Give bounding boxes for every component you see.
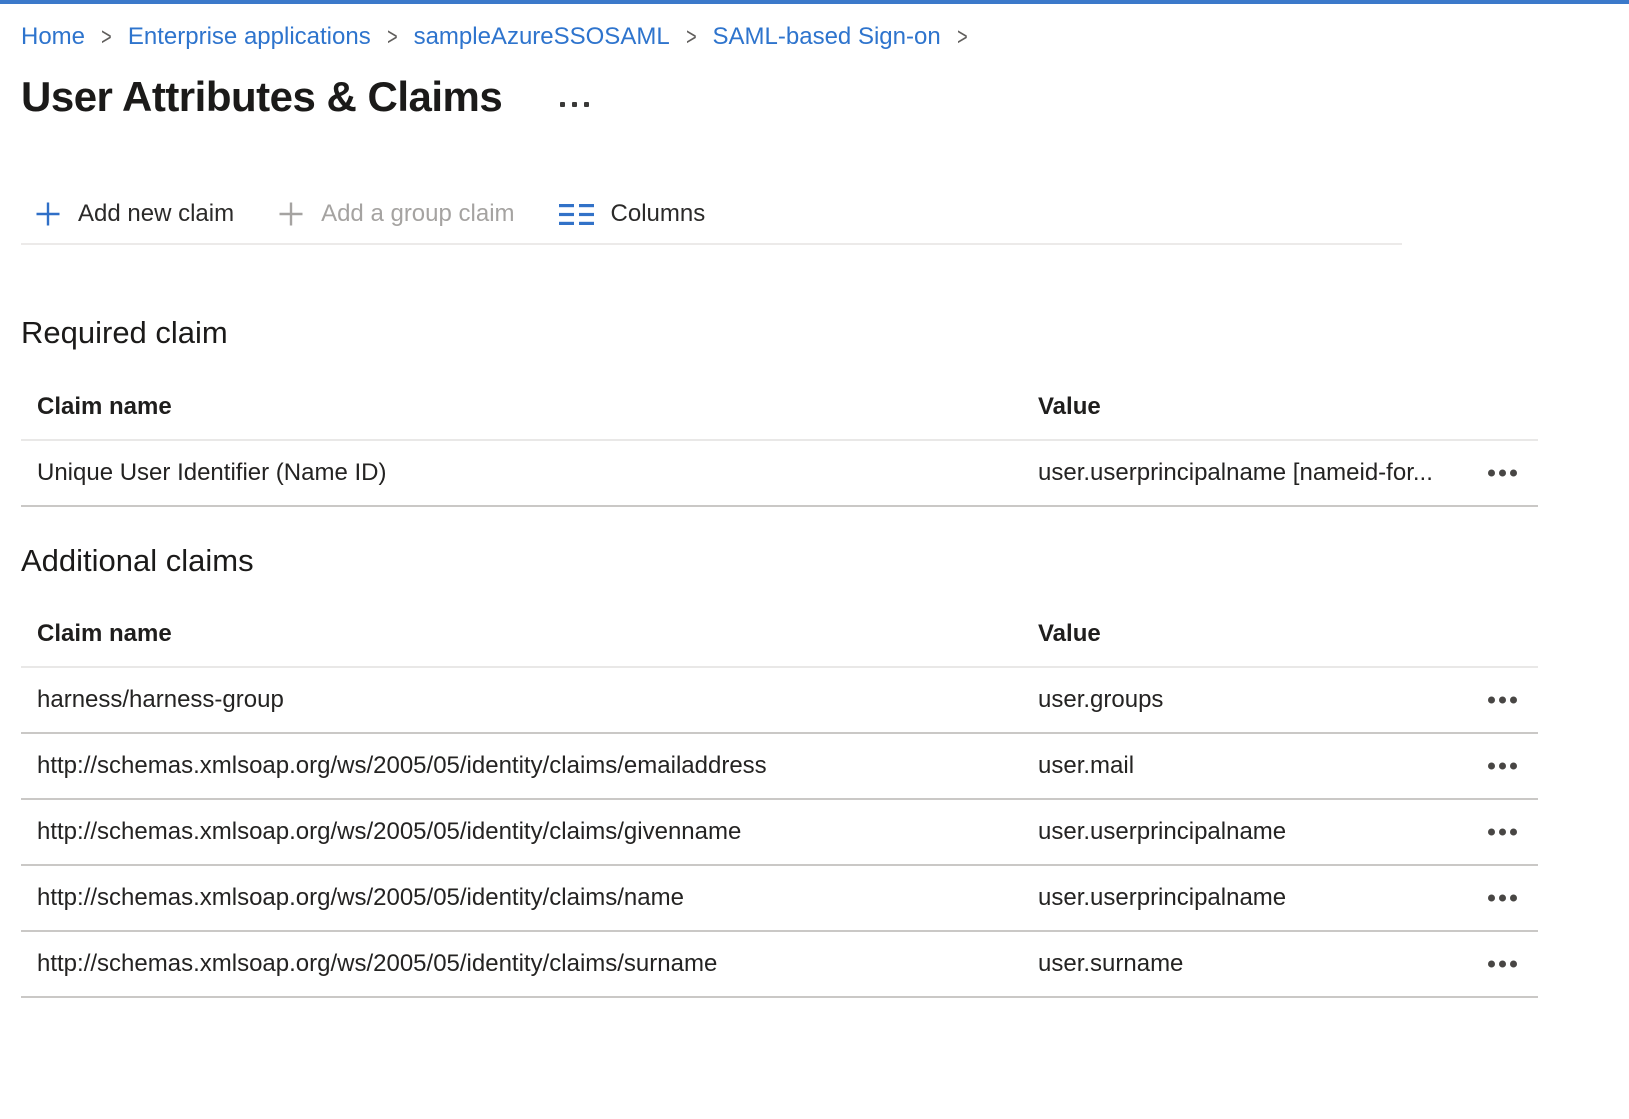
claim-value-cell: user.userprincipalname <box>1038 818 1286 846</box>
claim-name-cell: Unique User Identifier (Name ID) <box>37 459 386 487</box>
row-menu-button[interactable] <box>1488 953 1517 976</box>
more-options-button[interactable] <box>554 96 595 113</box>
breadcrumb: Home > Enterprise applications > sampleA… <box>21 22 984 52</box>
claim-name-cell: http://schemas.xmlsoap.org/ws/2005/05/id… <box>37 950 717 978</box>
column-header-value: Value <box>1038 393 1101 421</box>
chevron-right-icon: > <box>387 22 398 52</box>
table-row[interactable]: harness/harness-group user.groups <box>21 668 1538 734</box>
claim-name-cell: http://schemas.xmlsoap.org/ws/2005/05/id… <box>37 818 741 846</box>
toolbar-button-label: Add new claim <box>78 200 234 228</box>
column-header-claim-name: Claim name <box>37 620 172 648</box>
claim-value-cell: user.userprincipalname [nameid-for... <box>1038 459 1433 487</box>
additional-claims-table: Claim name Value harness/harness-group u… <box>21 602 1538 998</box>
plus-icon <box>35 201 61 227</box>
section-heading-additional-claims: Additional claims <box>21 540 254 582</box>
ellipsis-icon <box>1488 763 1495 770</box>
claim-value-cell: user.userprincipalname <box>1038 884 1286 912</box>
breadcrumb-home[interactable]: Home <box>21 22 85 52</box>
table-row[interactable]: http://schemas.xmlsoap.org/ws/2005/05/id… <box>21 932 1538 998</box>
chevron-right-icon: > <box>101 22 112 52</box>
row-menu-button[interactable] <box>1488 755 1517 778</box>
chevron-right-icon: > <box>957 22 968 52</box>
claim-value-cell: user.groups <box>1038 686 1163 714</box>
top-accent-bar <box>0 0 1629 4</box>
toolbar-button-label: Columns <box>611 200 706 228</box>
ellipsis-icon <box>1488 829 1495 836</box>
add-group-claim-button[interactable]: Add a group claim <box>264 200 514 228</box>
required-claims-table: Claim name Value Unique User Identifier … <box>21 375 1538 507</box>
table-header-row: Claim name Value <box>21 602 1538 668</box>
columns-icon <box>559 204 594 225</box>
add-new-claim-button[interactable]: Add new claim <box>21 200 234 228</box>
page-title: User Attributes & Claims <box>21 70 502 124</box>
columns-button[interactable]: Columns <box>545 200 706 228</box>
ellipsis-icon <box>1488 895 1495 902</box>
breadcrumb-saml-based-sign-on[interactable]: SAML-based Sign-on <box>713 22 941 52</box>
claim-name-cell: harness/harness-group <box>37 686 284 714</box>
table-row[interactable]: Unique User Identifier (Name ID) user.us… <box>21 441 1538 507</box>
table-header-row: Claim name Value <box>21 375 1538 441</box>
page-header: User Attributes & Claims <box>21 70 595 124</box>
row-menu-button[interactable] <box>1488 689 1517 712</box>
claim-name-cell: http://schemas.xmlsoap.org/ws/2005/05/id… <box>37 884 684 912</box>
row-menu-button[interactable] <box>1488 462 1517 485</box>
ellipsis-icon <box>1488 697 1495 704</box>
column-header-claim-name: Claim name <box>37 393 172 421</box>
section-heading-required-claim: Required claim <box>21 312 228 354</box>
chevron-right-icon: > <box>686 22 697 52</box>
plus-icon <box>278 201 304 227</box>
claim-name-cell: http://schemas.xmlsoap.org/ws/2005/05/id… <box>37 752 767 780</box>
breadcrumb-enterprise-applications[interactable]: Enterprise applications <box>128 22 371 52</box>
divider <box>21 243 1402 245</box>
claim-value-cell: user.surname <box>1038 950 1183 978</box>
claim-value-cell: user.mail <box>1038 752 1134 780</box>
row-menu-button[interactable] <box>1488 821 1517 844</box>
column-header-value: Value <box>1038 620 1101 648</box>
command-bar: Add new claim Add a group claim Columns <box>21 190 705 238</box>
table-row[interactable]: http://schemas.xmlsoap.org/ws/2005/05/id… <box>21 866 1538 932</box>
ellipsis-icon <box>1488 961 1495 968</box>
row-menu-button[interactable] <box>1488 887 1517 910</box>
ellipsis-icon <box>1488 470 1495 477</box>
ellipsis-icon <box>560 102 565 107</box>
table-row[interactable]: http://schemas.xmlsoap.org/ws/2005/05/id… <box>21 800 1538 866</box>
breadcrumb-sampleazuressosaml[interactable]: sampleAzureSSOSAML <box>414 22 670 52</box>
table-row[interactable]: http://schemas.xmlsoap.org/ws/2005/05/id… <box>21 734 1538 800</box>
toolbar-button-label: Add a group claim <box>321 200 514 228</box>
